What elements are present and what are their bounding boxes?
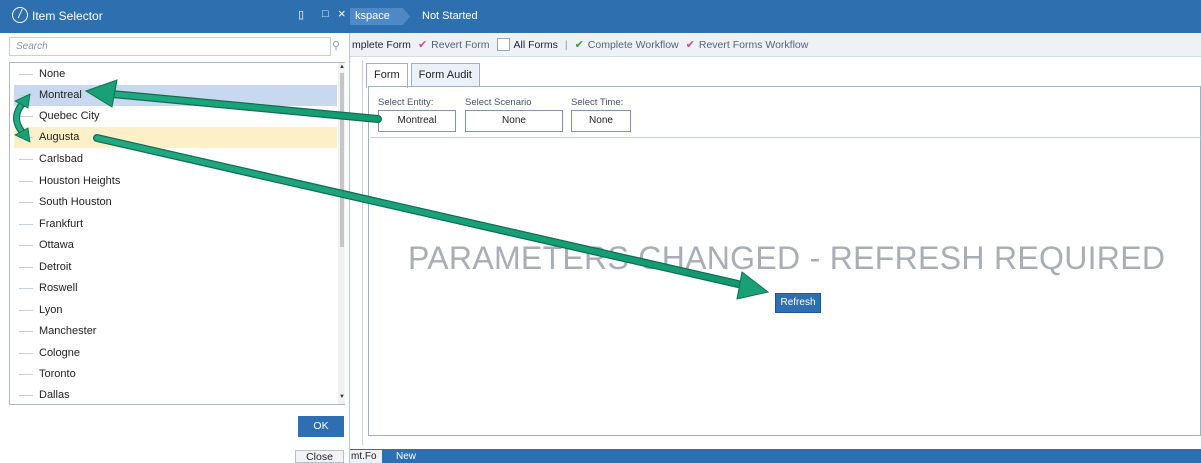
maximize-icon[interactable]: □	[322, 8, 329, 20]
list-item[interactable]: Detroit	[14, 257, 337, 278]
search-input[interactable]: Search	[9, 37, 331, 56]
list-item-hovered[interactable]: Augusta	[14, 127, 337, 148]
entity-label: Select Entity:	[378, 97, 434, 108]
refresh-required-message: PARAMETERS CHANGED - REFRESH REQUIRED	[408, 240, 1166, 276]
time-selector-button[interactable]: None	[571, 110, 631, 132]
logo-icon: /	[12, 7, 28, 23]
dialog-title: Item Selector	[32, 9, 103, 23]
time-label: Select Time:	[571, 97, 624, 108]
list-item[interactable]: Cologne	[14, 343, 337, 364]
revert-forms-workflow-label: Revert Forms Workflow	[698, 38, 809, 51]
form-tabs: Form Form Audit	[366, 63, 480, 88]
list-item[interactable]: Ottawa	[14, 235, 337, 256]
scroll-up-arrow-icon[interactable]: ▲	[339, 64, 345, 70]
scenario-label: Select Scenario	[465, 97, 532, 108]
breadcrumb-workspace[interactable]: kspace	[350, 8, 410, 25]
revert-form-button[interactable]: ✔ Revert Form	[417, 38, 490, 52]
checkbox-icon[interactable]	[496, 38, 510, 51]
list-item[interactable]: Quebec City	[14, 106, 337, 127]
checkmark-icon: ✔	[574, 39, 584, 51]
revert-icon: ✔	[685, 39, 695, 51]
bottom-tab-form[interactable]: mt.Fo	[348, 450, 382, 463]
bottom-tab-bar	[350, 449, 1201, 463]
revert-form-label: Revert Form	[431, 38, 490, 51]
list-item[interactable]: Toronto	[14, 364, 337, 385]
revert-icon: ✔	[417, 39, 428, 51]
list-item[interactable]: None	[14, 64, 337, 85]
list-item[interactable]: South Houston	[14, 192, 337, 213]
close-icon[interactable]: ×	[338, 6, 346, 21]
tab-form[interactable]: Form	[366, 63, 408, 88]
tab-form-audit[interactable]: Form Audit	[410, 63, 480, 86]
list-item[interactable]: Carlsbad	[14, 149, 337, 170]
scroll-down-arrow-icon[interactable]: ▼	[339, 394, 345, 400]
ok-button[interactable]: OK	[298, 416, 344, 437]
binoculars-icon[interactable]: ⚲	[332, 39, 340, 52]
list-item[interactable]: Manchester	[14, 321, 337, 342]
complete-form-button[interactable]: mplete Form	[352, 39, 411, 51]
list-item[interactable]: Lyon	[14, 300, 337, 321]
complete-form-label: mplete Form	[352, 38, 411, 51]
bottom-tab-new[interactable]: New	[396, 450, 416, 463]
list-item[interactable]: Frankfurt	[14, 214, 337, 235]
list-item[interactable]: Houston Heights	[14, 171, 337, 192]
refresh-button[interactable]: Refresh	[775, 293, 821, 313]
scrollbar-thumb[interactable]	[340, 73, 344, 247]
pin-icon[interactable]: ▯	[298, 8, 304, 21]
list-item-selected[interactable]: Montreal	[14, 85, 337, 106]
item-list[interactable]: None Montreal Quebec City Augusta Carlsb…	[9, 62, 345, 405]
complete-workflow-label: Complete Workflow	[587, 38, 679, 51]
form-toolbar: mplete Form ✔ Revert Form All Forms | ✔ Co…	[350, 33, 1201, 57]
scenario-selector-button[interactable]: None	[465, 110, 563, 132]
complete-workflow-button[interactable]: ✔ Complete Workflow	[574, 38, 679, 52]
revert-forms-workflow-button[interactable]: ✔ Revert Forms Workflow	[685, 38, 809, 52]
toolbar-separator: |	[564, 38, 568, 51]
dialog-titlebar[interactable]: / Item Selector ▯ □ ×	[0, 0, 350, 33]
list-item[interactable]: Roswell	[14, 278, 337, 299]
close-button[interactable]: Close	[295, 450, 344, 463]
list-item[interactable]: Dallas	[14, 385, 337, 404]
all-forms-toggle[interactable]: All Forms	[496, 38, 558, 51]
entity-selector-button[interactable]: Montreal	[378, 110, 456, 132]
breadcrumb-status: Not Started	[422, 10, 478, 22]
all-forms-label: All Forms	[513, 38, 558, 51]
